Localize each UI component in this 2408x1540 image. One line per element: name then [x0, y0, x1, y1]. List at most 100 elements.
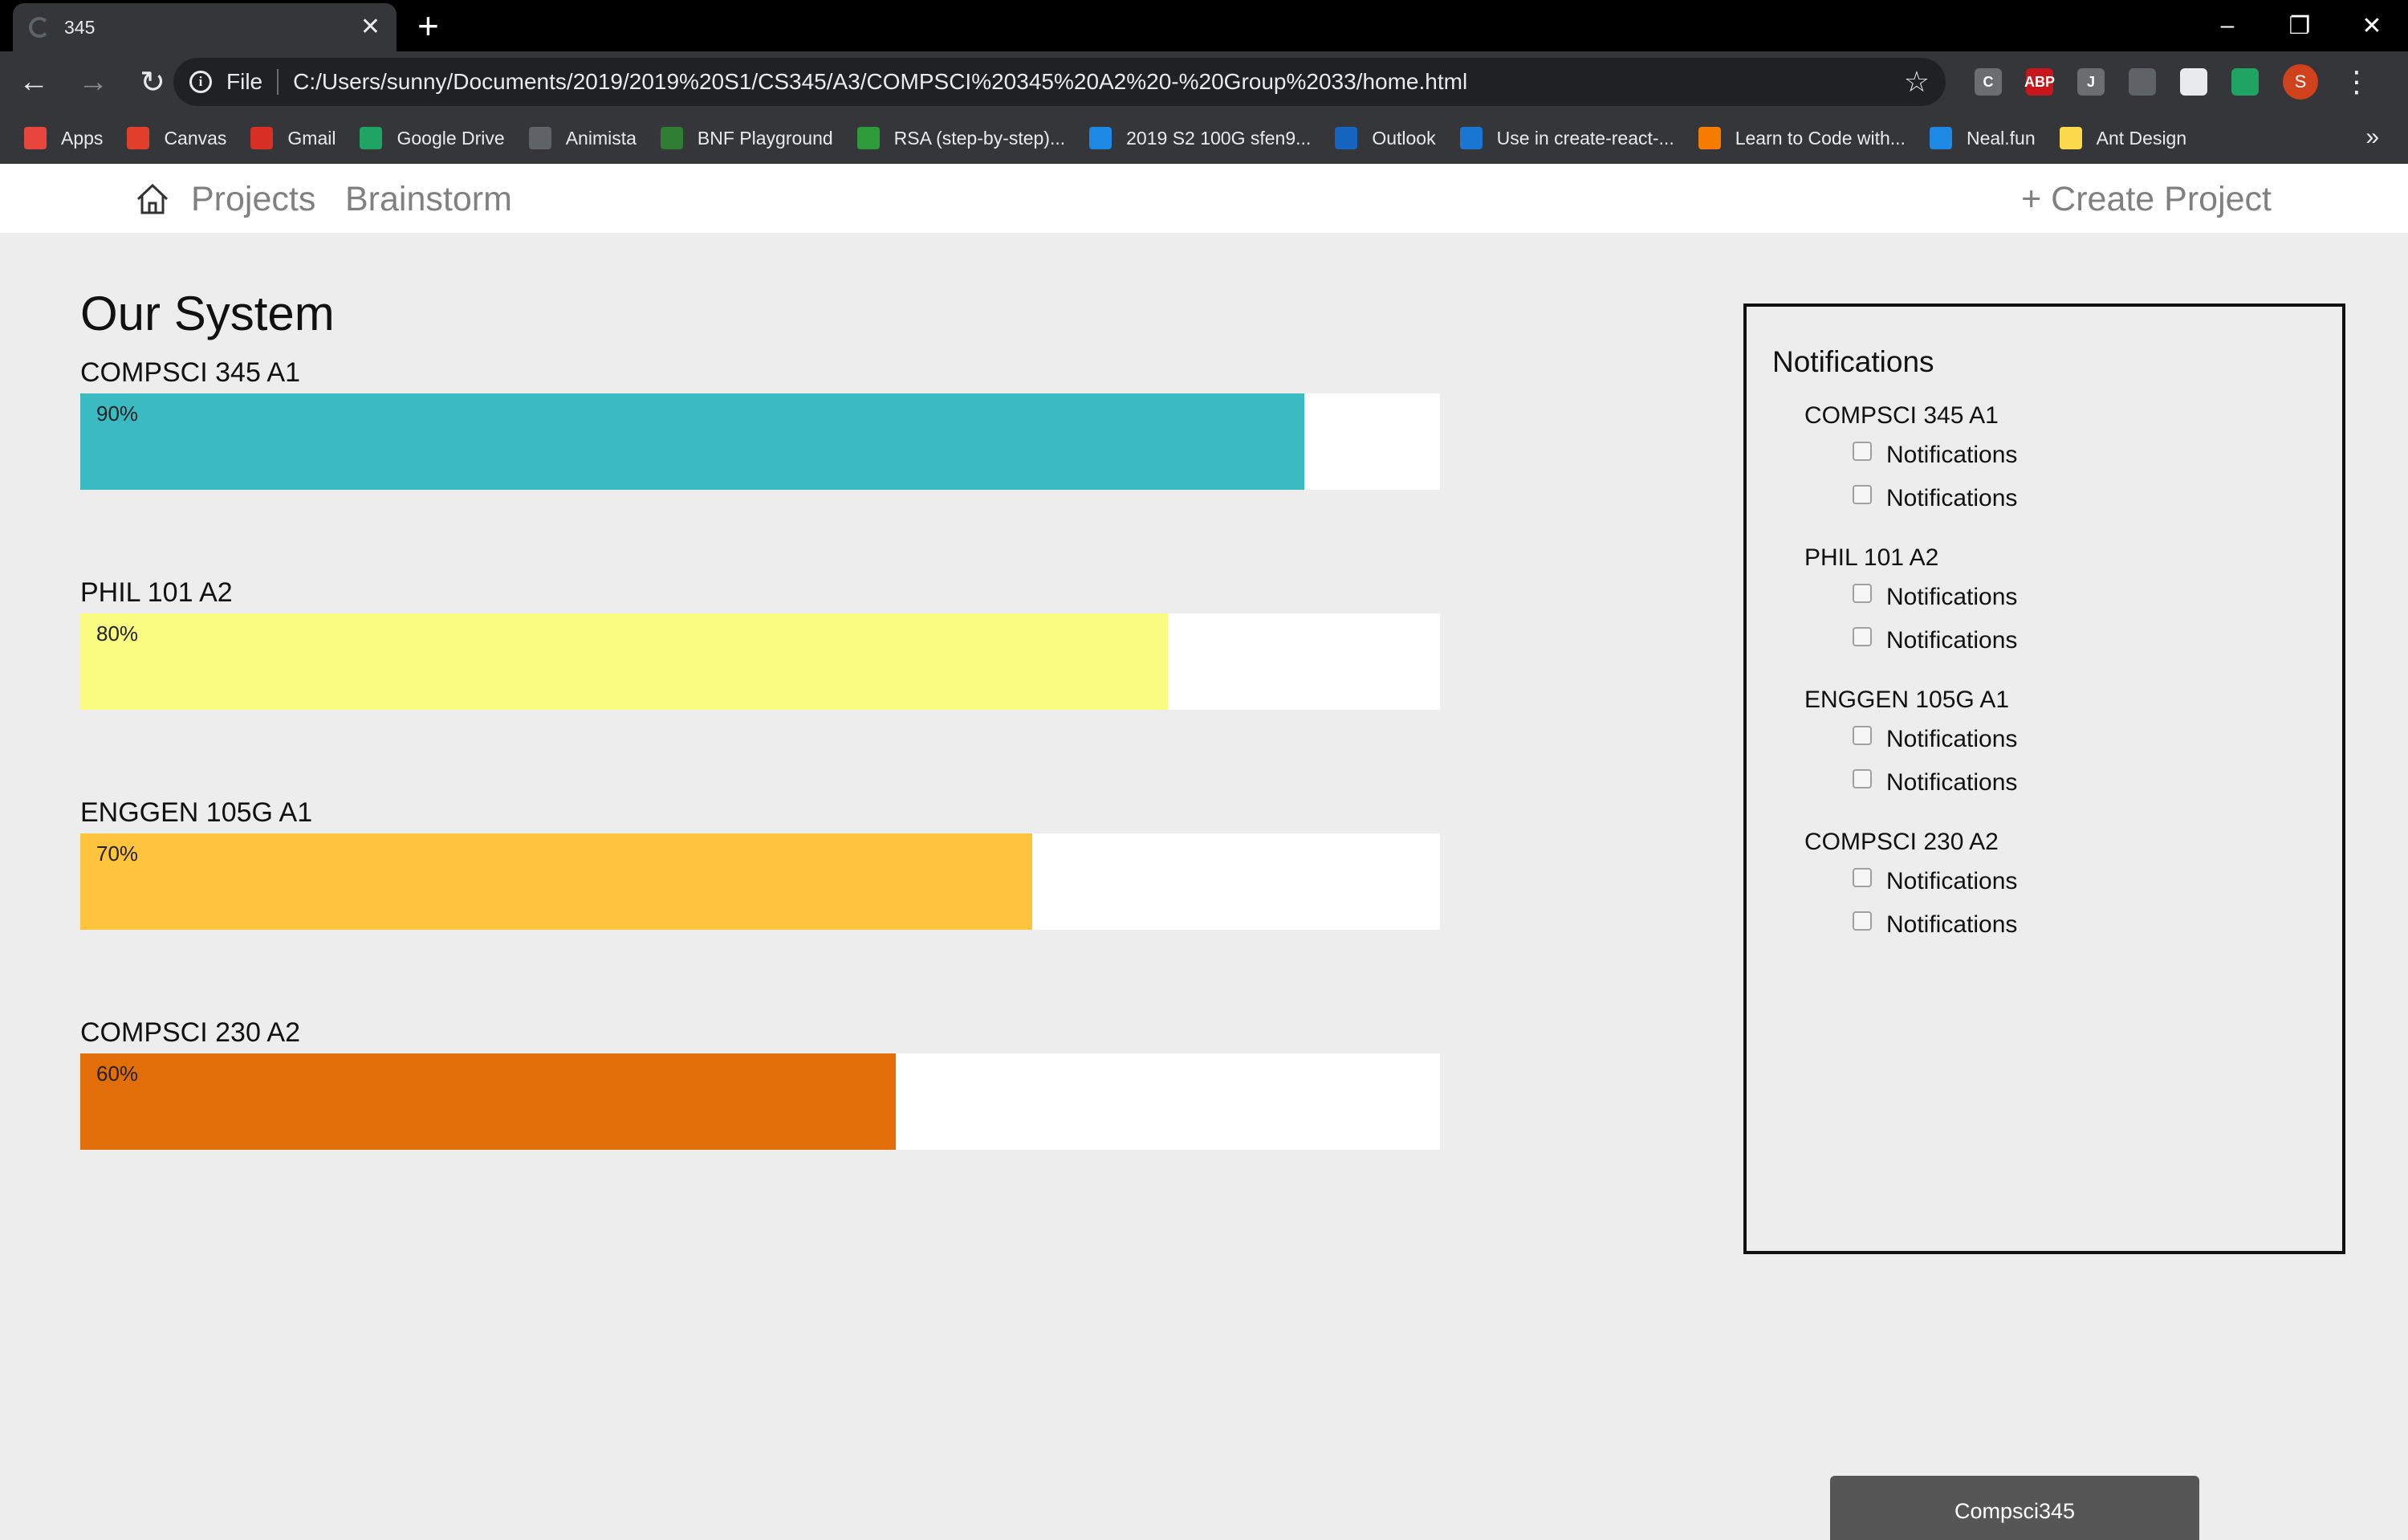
footer-tab-button[interactable]: Compsci345 — [1830, 1476, 2199, 1540]
extension-icon[interactable] — [2231, 68, 2259, 96]
notification-option[interactable]: Notifications — [1804, 718, 2017, 761]
folder-icon — [2059, 127, 2082, 149]
extensions-row: C ABP J S ⋮ — [1975, 59, 2371, 104]
browser-tab[interactable]: 345 ✕ — [13, 3, 397, 51]
restore-icon[interactable]: ❐ — [2264, 0, 2336, 51]
notification-option-label: Notifications — [1886, 911, 2018, 938]
progress-fill — [80, 393, 1304, 490]
back-arrow-icon[interactable]: ← — [8, 56, 59, 108]
loading-spinner-icon — [29, 17, 50, 38]
notification-checkbox[interactable] — [1853, 868, 1872, 887]
nav-link-brainstorm[interactable]: Brainstorm — [345, 180, 512, 219]
bookmark-label: RSA (step-by-step)... — [893, 127, 1066, 149]
notification-option[interactable]: Notifications — [1804, 903, 2017, 947]
bookmark-item[interactable]: Use in create-react-... — [1459, 127, 1674, 149]
bookmark-star-icon[interactable]: ☆ — [1904, 65, 1930, 99]
progress-fill — [80, 613, 1169, 710]
home-icon[interactable] — [135, 181, 170, 217]
progress-bar: 60% — [80, 1053, 1440, 1150]
bookmark-item[interactable]: RSA (step-by-step)... — [856, 127, 1066, 149]
browser-toolbar: ← → ↻ i File C:/Users/sunny/Documents/20… — [0, 51, 2408, 112]
bookmark-item[interactable]: Outlook — [1335, 127, 1436, 149]
bookmarks-bar: Apps Canvas Gmail Google Drive Animista BNF P… — [0, 112, 2408, 164]
animista-icon — [528, 127, 551, 149]
project-card[interactable]: COMPSCI 230 A2 60% — [80, 1012, 1440, 1150]
url-text[interactable]: C:/Users/sunny/Documents/2019/2019%20S1/… — [293, 69, 1904, 95]
url-scheme: File — [226, 69, 263, 94]
extension-icon[interactable] — [2129, 68, 2156, 96]
extension-icon[interactable]: J — [2077, 68, 2105, 96]
bookmark-label: Use in create-react-... — [1496, 127, 1674, 149]
notification-option-label: Notifications — [1886, 485, 2018, 511]
notification-option-label: Notifications — [1886, 442, 2018, 468]
create-project-button[interactable]: + Create Project — [2021, 180, 2272, 219]
more-bookmarks-button[interactable]: » — [2365, 124, 2379, 151]
notification-checkbox[interactable] — [1853, 911, 1872, 931]
bookmark-item[interactable]: Apps — [24, 127, 103, 149]
notifications-title: Notifications — [1772, 345, 1934, 378]
bookmark-label: 2019 S2 100G sfen9... — [1126, 127, 1312, 149]
extension-icon[interactable]: ABP — [2024, 68, 2055, 96]
bookmark-item[interactable]: Neal.fun — [1929, 127, 2036, 149]
info-icon[interactable]: i — [189, 71, 212, 93]
forward-arrow-icon[interactable]: → — [67, 56, 119, 108]
notification-checkbox[interactable] — [1853, 769, 1872, 788]
project-card[interactable]: PHIL 101 A2 80% — [80, 572, 1440, 710]
notification-option-label: Notifications — [1886, 868, 2018, 894]
progress-bar: 80% — [80, 613, 1440, 710]
project-card[interactable]: ENGGEN 105G A1 70% — [80, 792, 1440, 930]
bookmark-item[interactable]: Gmail — [250, 127, 336, 149]
progress-percent-label: 80% — [96, 621, 139, 646]
divider — [277, 69, 279, 95]
bookmark-item[interactable]: BNF Playground — [660, 127, 833, 149]
address-bar[interactable]: i File C:/Users/sunny/Documents/2019/201… — [173, 58, 1946, 106]
notification-option[interactable]: Notifications — [1804, 434, 2017, 477]
minimize-icon[interactable]: – — [2191, 0, 2264, 51]
close-tab-icon[interactable]: ✕ — [360, 15, 380, 39]
notification-checkbox[interactable] — [1853, 442, 1872, 461]
bookmark-item[interactable]: 2019 S2 100G sfen9... — [1089, 127, 1311, 149]
browser-menu-icon[interactable]: ⋮ — [2342, 65, 2371, 99]
notification-checkbox[interactable] — [1853, 584, 1872, 603]
bookmark-item[interactable]: Google Drive — [360, 127, 505, 149]
bookmark-item[interactable]: Animista — [528, 127, 637, 149]
close-window-icon[interactable]: ✕ — [2336, 0, 2408, 51]
notification-checkbox[interactable] — [1853, 485, 1872, 504]
project-name: PHIL 101 A2 — [80, 577, 233, 608]
extension-icon[interactable]: C — [1975, 68, 2002, 96]
bookmark-item[interactable]: Ant Design — [2059, 127, 2186, 149]
notification-checkbox[interactable] — [1853, 726, 1872, 745]
progress-fill — [80, 1053, 897, 1150]
bookmark-label: Canvas — [164, 127, 227, 149]
bookmark-label: Outlook — [1372, 127, 1436, 149]
bookmark-item[interactable]: Canvas — [127, 127, 226, 149]
extension-icon[interactable] — [2180, 68, 2207, 96]
site-navbar: Projects Brainstorm + Create Project — [0, 164, 2408, 233]
nav-link-projects[interactable]: Projects — [191, 180, 315, 219]
bookmark-item[interactable]: Learn to Code with... — [1698, 127, 1906, 149]
notification-checkbox[interactable] — [1853, 627, 1872, 646]
notification-option[interactable]: Notifications — [1804, 619, 2017, 662]
notification-option-label: Notifications — [1886, 769, 2018, 796]
progress-percent-label: 70% — [96, 841, 139, 866]
bookmark-label: Google Drive — [397, 127, 505, 149]
notification-option[interactable]: Notifications — [1804, 860, 2017, 903]
project-name: COMPSCI 345 A1 — [80, 357, 301, 388]
rsa-icon — [856, 127, 880, 149]
progress-fill — [80, 833, 1032, 930]
progress-bar: 90% — [80, 393, 1440, 490]
notification-option-label: Notifications — [1886, 584, 2018, 610]
notification-group: COMPSCI 230 A2 Notifications Notifications — [1804, 825, 2017, 947]
bookmark-label: Neal.fun — [1966, 127, 2036, 149]
progress-percent-label: 60% — [96, 1061, 139, 1086]
new-tab-button[interactable]: + — [417, 6, 439, 45]
project-card[interactable]: COMPSCI 345 A1 90% — [80, 352, 1440, 490]
bookmark-label: BNF Playground — [697, 127, 833, 149]
profile-avatar[interactable]: S — [2283, 64, 2318, 100]
notification-group: ENGGEN 105G A1 Notifications Notifications — [1804, 682, 2017, 805]
notification-option[interactable]: Notifications — [1804, 477, 2017, 520]
reload-icon[interactable]: ↻ — [127, 56, 178, 108]
notification-option[interactable]: Notifications — [1804, 576, 2017, 619]
notification-option[interactable]: Notifications — [1804, 761, 2017, 805]
notification-group-name: PHIL 101 A2 — [1804, 544, 1939, 571]
